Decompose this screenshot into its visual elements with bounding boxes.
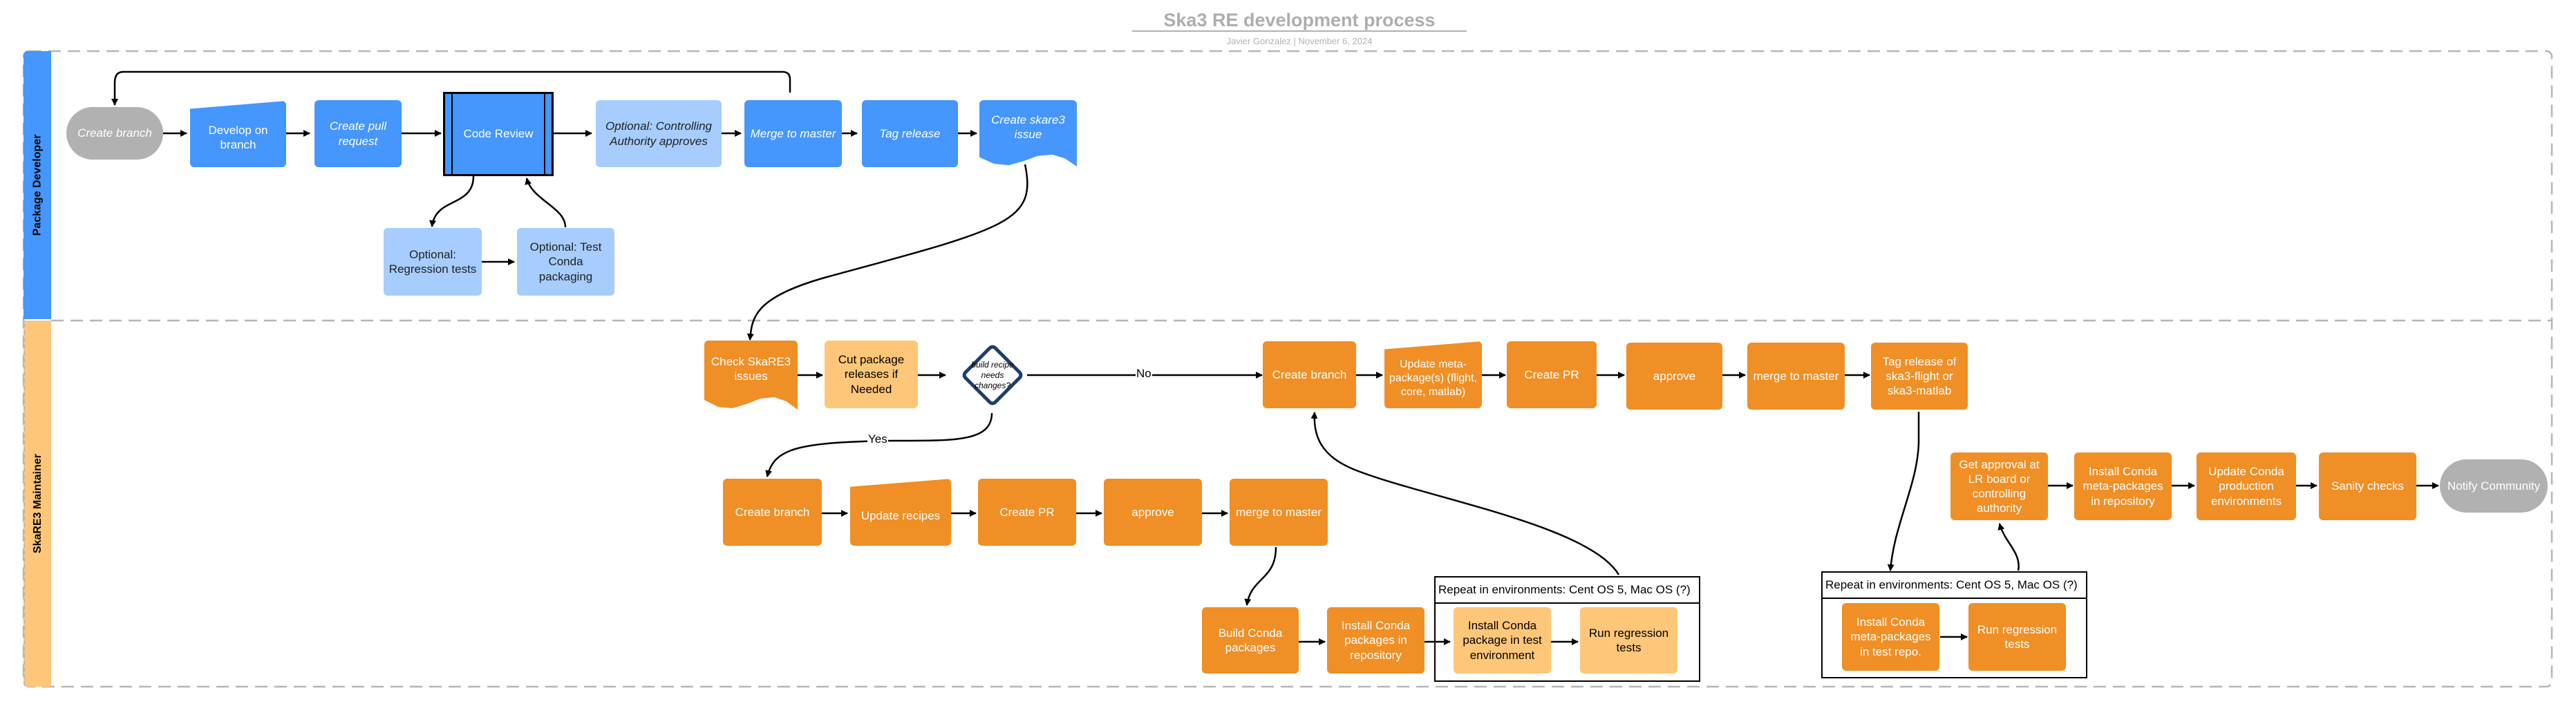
node-create-branch-recipes[interactable]: Create branch (723, 479, 822, 546)
node-merge-to-master-meta[interactable]: merge to master (1747, 343, 1845, 410)
node-optional-regression-tests[interactable]: Optional: Regression tests (384, 228, 482, 296)
node-install-conda-test-env[interactable]: Install Conda package in test environmen… (1454, 607, 1551, 674)
node-get-approval[interactable]: Get approval at LR board or controlling … (1950, 452, 2048, 520)
node-update-recipes[interactable]: Update recipes (850, 479, 951, 546)
node-notify-community[interactable]: Notify Community (2440, 459, 2548, 513)
node-build-conda-packages[interactable]: Build Conda packages (1202, 607, 1299, 674)
edge (1997, 523, 2020, 571)
lane-label: SkaRE3 Maintainer (32, 453, 44, 554)
node-update-production-envs[interactable]: Update Conda production environments (2197, 452, 2296, 520)
node-tag-release[interactable]: Tag release (862, 100, 958, 167)
node-tag-release-ska3[interactable]: Tag release of ska3-flight or ska3-matla… (1871, 343, 1968, 410)
node-optional-test-conda-packaging[interactable]: Optional: Test Conda packaging (517, 228, 614, 296)
node-run-regression-tests-2[interactable]: Run regression tests (1968, 603, 2066, 671)
node-create-pull-request[interactable]: Create pull request (314, 100, 402, 167)
edge (1310, 412, 1620, 575)
node-code-review[interactable]: Code Review (443, 92, 554, 176)
node-install-meta-packages-repo[interactable]: Install Conda meta-packages in repositor… (2074, 452, 2172, 520)
node-create-pr-meta[interactable]: Create PR (1507, 341, 1597, 408)
lane-label: Package Developer (31, 134, 43, 236)
node-merge-to-master-recipes[interactable]: merge to master (1230, 479, 1328, 546)
decision-build-recipe-needs-changes[interactable]: build recipe needs changes? (958, 337, 1027, 413)
node-cut-package-releases[interactable]: Cut package releases if Needed (825, 341, 918, 408)
container-title: Repeat in environments: Cent OS 5, Mac O… (1823, 573, 2086, 599)
edge (1244, 546, 1277, 606)
lane-header-package-developer: Package Developer (23, 51, 51, 319)
node-install-conda-packages-repo[interactable]: Install Conda packages in repository (1327, 607, 1425, 674)
decision-label: build recipe needs changes? (971, 359, 1014, 390)
node-approve-recipes[interactable]: approve (1104, 479, 1202, 546)
node-merge-to-master[interactable]: Merge to master (744, 100, 842, 167)
node-develop-on-branch[interactable]: Develop on branch (190, 101, 286, 167)
node-create-pr-recipes[interactable]: Create PR (978, 479, 1076, 546)
node-approve-meta[interactable]: approve (1626, 343, 1722, 410)
node-create-branch-start[interactable]: Create branch (66, 107, 163, 160)
edge (746, 164, 1028, 341)
edge-label-yes: Yes (867, 432, 888, 446)
node-run-regression-tests-1[interactable]: Run regression tests (1580, 607, 1677, 674)
edge (429, 175, 475, 227)
node-install-meta-packages-test[interactable]: Install Conda meta-packages in test repo… (1842, 603, 1939, 671)
edge-label-no: No (1136, 367, 1152, 381)
node-check-skare3-issues[interactable]: Check SkaRE3 issues (704, 341, 798, 410)
node-sanity-checks[interactable]: Sanity checks (2319, 452, 2416, 520)
node-create-branch-meta[interactable]: Create branch (1263, 341, 1356, 408)
edge (525, 178, 567, 228)
edge (1887, 412, 1920, 571)
lane-header-skare3-maintainer: SkaRE3 Maintainer (23, 321, 51, 687)
node-controlling-authority-approves[interactable]: Optional: Controlling Authority approves (596, 100, 722, 167)
container-title: Repeat in environments: Cent OS 5, Mac O… (1436, 578, 1699, 604)
node-create-skare3-issue[interactable]: Create skare3 issue (979, 100, 1077, 166)
node-update-meta-packages[interactable]: Update meta-package(s) (flight, core, ma… (1384, 341, 1482, 408)
